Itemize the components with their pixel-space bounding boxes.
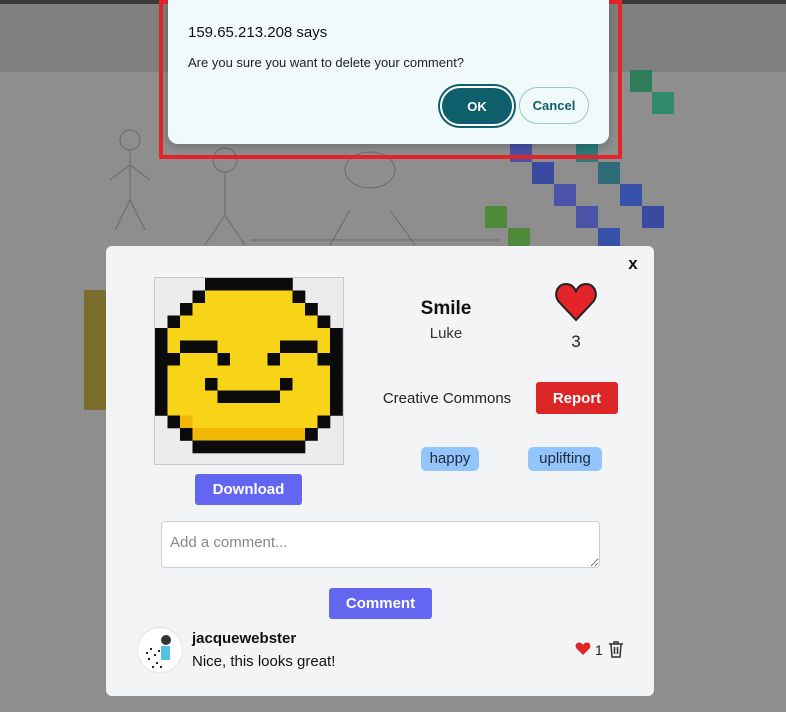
tag-uplifting[interactable]: uplifting — [528, 447, 602, 471]
smiley-pixel-art — [155, 278, 343, 454]
report-button[interactable]: Report — [536, 382, 618, 414]
like-heart-icon[interactable] — [555, 282, 597, 322]
comment-like-count: 1 — [595, 642, 603, 658]
avatar — [137, 627, 183, 673]
dialog-message: Are you sure you want to delete your com… — [188, 55, 465, 70]
download-button[interactable]: Download — [195, 474, 302, 505]
license-label: Creative Commons — [382, 390, 512, 407]
comment-username[interactable]: jacquewebster — [192, 630, 296, 647]
artwork-modal: x Download Smile Luke 3 Creative Commons… — [106, 246, 654, 696]
background-left-art — [84, 290, 106, 410]
artwork-author: Luke — [429, 325, 463, 342]
close-button[interactable]: x — [620, 252, 646, 276]
like-count: 3 — [571, 332, 581, 351]
cancel-button[interactable]: Cancel — [519, 87, 589, 124]
tag-happy[interactable]: happy — [421, 447, 479, 471]
confirm-dialog: 159.65.213.208 says Are you sure you wan… — [168, 0, 609, 144]
artwork-title: Smile — [420, 298, 472, 319]
comment-text: Nice, this looks great! — [192, 653, 336, 670]
comment-button[interactable]: Comment — [329, 588, 432, 619]
artwork-image — [154, 277, 344, 465]
ok-button[interactable]: OK — [440, 86, 514, 126]
trash-icon[interactable] — [608, 640, 624, 658]
avatar-image — [146, 635, 171, 668]
comment-input[interactable] — [161, 521, 600, 568]
dialog-title: 159.65.213.208 says — [188, 24, 328, 41]
comment-heart-icon[interactable] — [575, 642, 591, 656]
